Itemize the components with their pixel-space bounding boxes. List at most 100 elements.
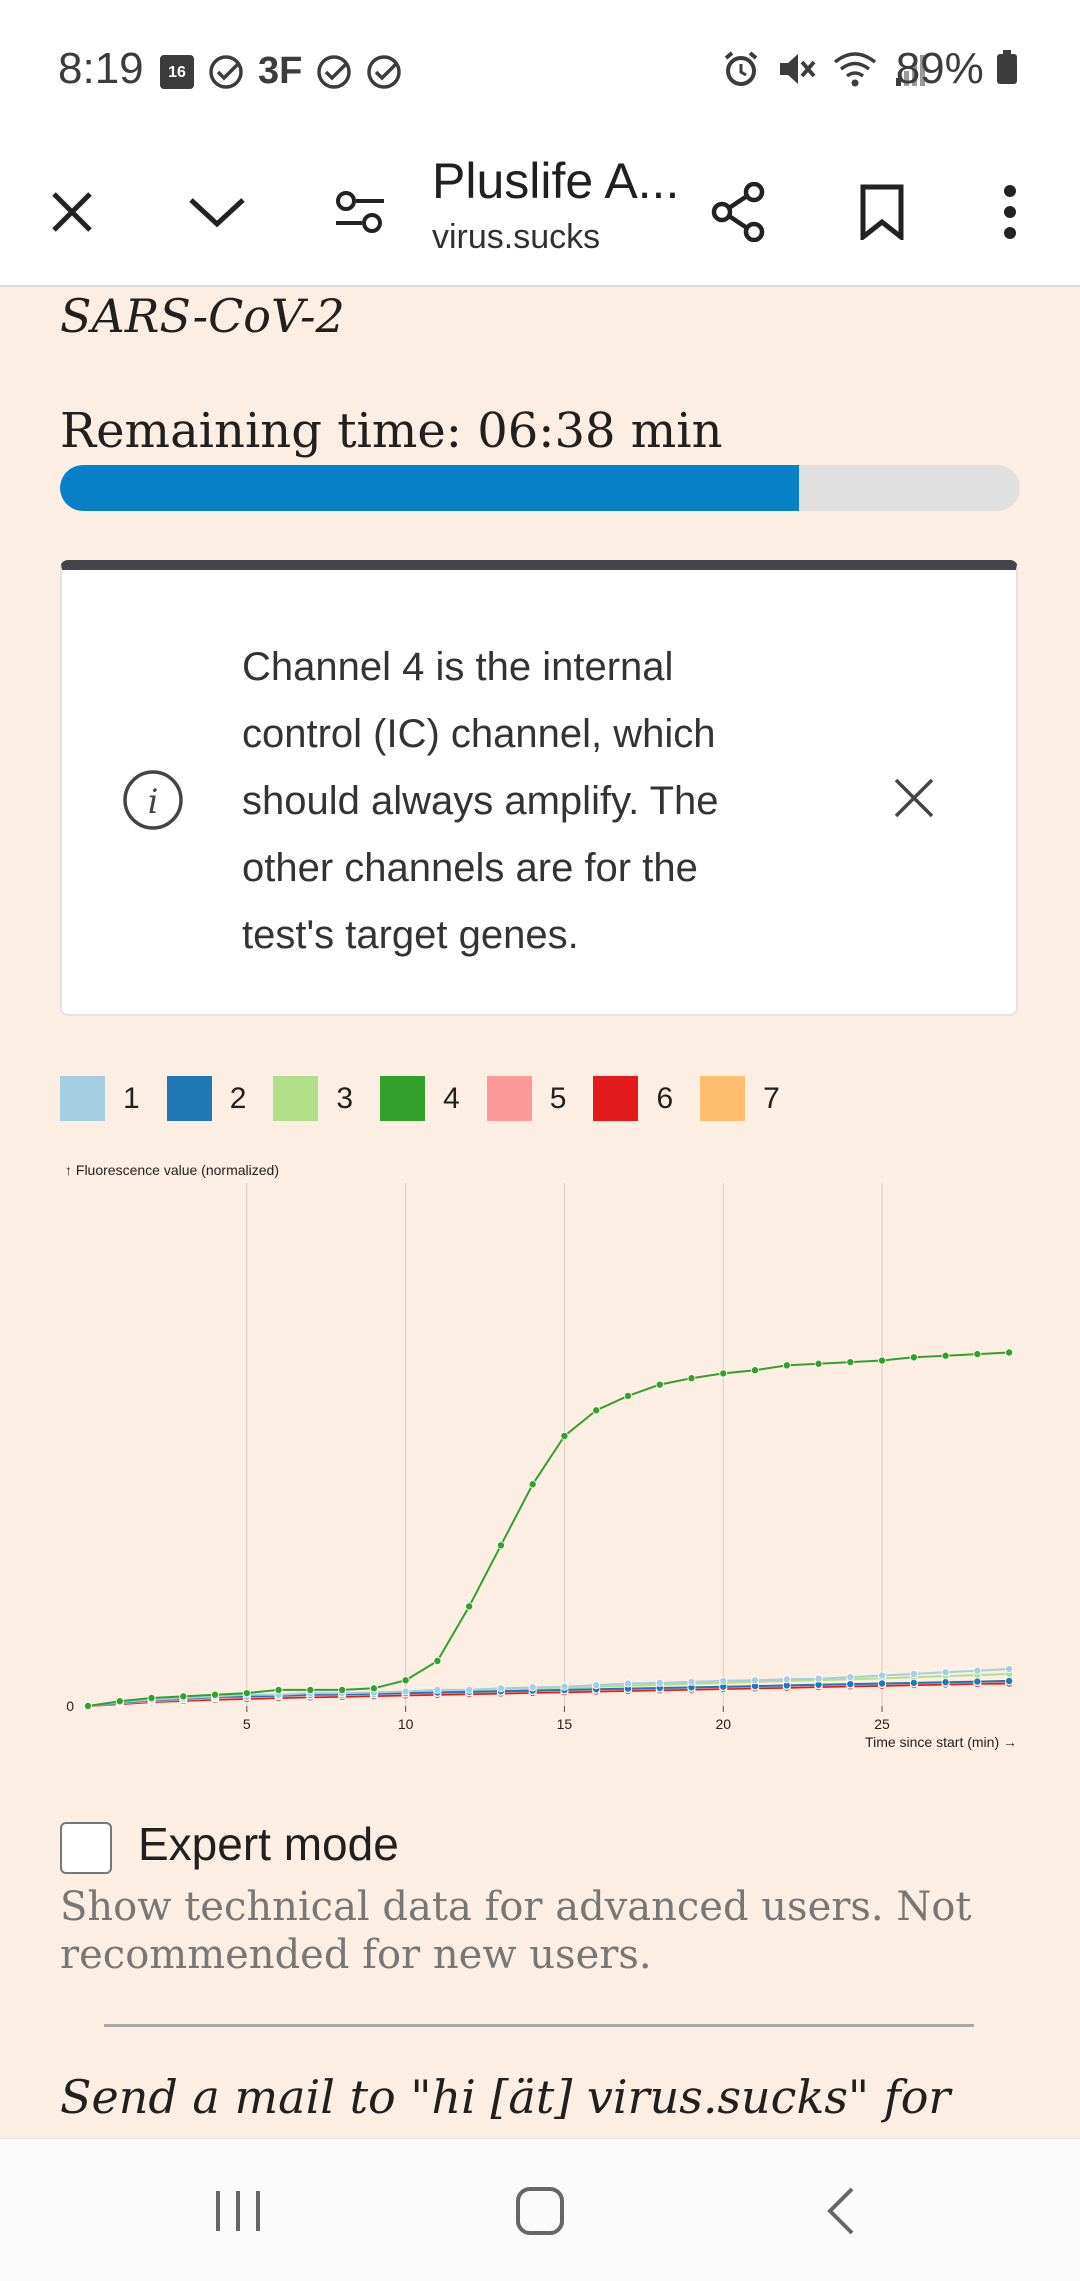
legend-label: 1 — [123, 1081, 140, 1115]
legend-label: 5 — [549, 1081, 567, 1115]
series-line-4 — [87, 1351, 1010, 1707]
alarm-icon — [724, 51, 758, 86]
expert-mode-checkbox[interactable] — [60, 1822, 112, 1874]
data-point-4 — [623, 1391, 632, 1400]
data-point-4 — [179, 1692, 188, 1701]
data-point-4 — [369, 1684, 378, 1693]
data-point-1 — [719, 1676, 728, 1685]
more-options-button[interactable] — [968, 170, 1052, 254]
badge-3f: 3F — [258, 50, 303, 92]
info-card: i Channel 4 is the internal control (IC)… — [60, 560, 1018, 1016]
y-axis-label: ↑ Fluorescence value (normalized) — [65, 1163, 279, 1178]
notification-icons: 16 3F — [160, 50, 402, 93]
legend-swatch — [380, 1076, 426, 1121]
data-point-2 — [909, 1678, 918, 1687]
data-point-4 — [592, 1406, 601, 1415]
page-title[interactable]: Pluslife A... — [432, 152, 679, 210]
data-point-2 — [1005, 1676, 1014, 1685]
data-point-4 — [465, 1602, 474, 1611]
data-point-1 — [878, 1671, 887, 1680]
data-point-4 — [1005, 1348, 1014, 1357]
legend-swatch — [273, 1076, 319, 1121]
legend-swatch — [593, 1076, 639, 1121]
progress-bar — [60, 465, 1020, 511]
share-button[interactable] — [696, 170, 780, 254]
data-point-1 — [655, 1678, 664, 1687]
data-point-1 — [465, 1685, 474, 1694]
data-point-1 — [941, 1668, 950, 1677]
remaining-time: Remaining time: 06:38 min — [60, 403, 723, 459]
status-time: 8:19 — [58, 44, 144, 93]
info-icon: i — [123, 770, 183, 830]
legend-item-6: 6 — [593, 1076, 673, 1121]
more-vertical-icon — [1004, 185, 1016, 239]
legend-label: 2 — [229, 1081, 247, 1115]
data-point-1 — [751, 1676, 760, 1685]
site-settings-button[interactable] — [318, 170, 402, 254]
legend-label: 7 — [763, 1081, 780, 1115]
recent-apps-button[interactable] — [208, 2181, 268, 2241]
data-point-2 — [973, 1677, 982, 1686]
calendar-day: 16 — [168, 63, 186, 81]
dismiss-info-button[interactable] — [892, 776, 936, 820]
data-point-4 — [306, 1685, 315, 1694]
bookmark-icon — [860, 184, 904, 240]
legend-item-5: 5 — [486, 1076, 567, 1121]
legend-swatch — [166, 1076, 212, 1121]
data-point-1 — [687, 1677, 696, 1686]
legend-item-7: 7 — [700, 1076, 780, 1121]
bookmark-button[interactable] — [840, 170, 924, 254]
data-point-4 — [274, 1685, 283, 1694]
mute-icon — [780, 54, 816, 84]
legend-label: 6 — [656, 1081, 674, 1115]
data-point-4 — [751, 1366, 760, 1375]
minimize-button[interactable] — [175, 170, 259, 254]
x-tick-label: 5 — [243, 1716, 251, 1732]
data-point-1 — [846, 1673, 855, 1682]
legend-swatch — [486, 1076, 532, 1121]
data-point-4 — [973, 1350, 982, 1359]
data-point-4 — [115, 1697, 124, 1706]
check-circle-icon — [367, 54, 402, 89]
expert-mode-label[interactable]: Expert mode — [138, 1817, 399, 1871]
expert-mode-description: Show technical data for advanced users. … — [60, 1884, 972, 1978]
check-circle-icon — [209, 54, 243, 89]
page-url[interactable]: virus.sucks — [432, 218, 600, 257]
data-point-4 — [338, 1685, 347, 1694]
data-point-1 — [592, 1681, 601, 1690]
data-point-2 — [878, 1679, 887, 1688]
data-point-4 — [211, 1690, 220, 1699]
legend-swatch — [700, 1076, 746, 1121]
calendar-icon: 16 — [160, 54, 194, 89]
data-point-4 — [719, 1369, 728, 1378]
system-navigation-bar — [0, 2138, 1080, 2281]
data-point-4 — [496, 1541, 505, 1550]
close-tab-button[interactable] — [30, 170, 114, 254]
test-name: SARS-CoV-2 — [60, 289, 345, 343]
x-tick-label: 15 — [557, 1716, 573, 1732]
status-bar: 8:19 16 3F 89% — [0, 0, 1080, 140]
amplification-chart: ↑ Fluorescence value (normalized) 5 10 15 20… — [65, 1163, 1017, 1750]
battery-percent: 89% — [895, 44, 984, 93]
data-point-4 — [528, 1480, 537, 1489]
data-point-1 — [433, 1685, 442, 1694]
back-button[interactable] — [812, 2181, 872, 2241]
data-point-4 — [242, 1689, 251, 1698]
data-point-4 — [846, 1358, 855, 1367]
legend-item-2: 2 — [166, 1076, 247, 1121]
y-tick-label: 0 — [66, 1698, 74, 1714]
data-point-1 — [814, 1674, 823, 1683]
battery-icon — [997, 50, 1017, 84]
data-point-1 — [401, 1687, 410, 1696]
data-point-1 — [782, 1675, 791, 1684]
battery-level: 89% — [896, 44, 1018, 94]
data-point-4 — [433, 1657, 442, 1666]
close-icon — [52, 192, 92, 232]
data-point-2 — [941, 1678, 950, 1687]
check-circle-icon — [317, 54, 352, 89]
data-point-1 — [623, 1679, 632, 1688]
settings-sliders-icon — [336, 191, 384, 233]
data-point-4 — [909, 1353, 918, 1362]
home-button[interactable] — [510, 2181, 570, 2241]
legend-label: 3 — [336, 1081, 354, 1115]
